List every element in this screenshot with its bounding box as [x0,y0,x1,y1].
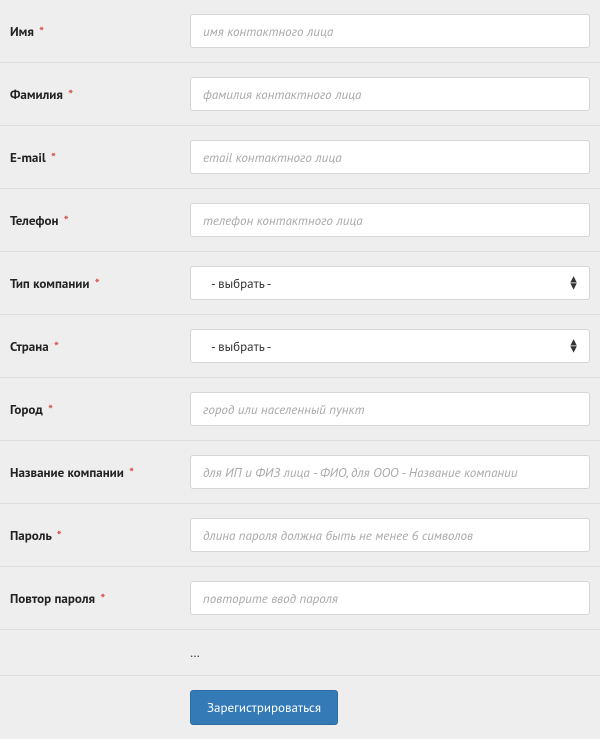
first-name-input[interactable] [190,14,590,48]
label-city: Город * [10,401,190,418]
company-type-select[interactable]: - выбрать - [190,266,590,300]
password-input[interactable] [190,518,590,552]
captcha-placeholder: … [190,644,200,661]
label-company-type: Тип компании * [10,275,190,292]
label-last-name: Фамилия * [10,86,190,103]
row-submit: Зарегистрироваться [0,676,600,739]
label-password-confirm: Повтор пароля * [10,590,190,607]
row-password-confirm: Повтор пароля * [0,567,600,630]
row-last-name: Фамилия * [0,63,600,126]
country-select[interactable]: - выбрать - [190,329,590,363]
label-country: Страна * [10,338,190,355]
row-phone: Телефон * [0,189,600,252]
row-first-name: Имя * [0,0,600,63]
last-name-input[interactable] [190,77,590,111]
row-country: Страна * - выбрать - ▲▼ [0,315,600,378]
label-password: Пароль * [10,527,190,544]
row-company-type: Тип компании * - выбрать - ▲▼ [0,252,600,315]
company-name-input[interactable] [190,455,590,489]
label-company-name: Название компании * [10,464,190,481]
phone-input[interactable] [190,203,590,237]
row-company-name: Название компании * [0,441,600,504]
row-password: Пароль * [0,504,600,567]
label-phone: Телефон * [10,212,190,229]
row-captcha: … [0,630,600,676]
password-confirm-input[interactable] [190,581,590,615]
city-input[interactable] [190,392,590,426]
row-email: E-mail * [0,126,600,189]
row-city: Город * [0,378,600,441]
register-button[interactable]: Зарегистрироваться [190,690,338,725]
label-first-name: Имя * [10,23,190,40]
registration-form: Имя * Фамилия * E-mail * Телефон * Тип к… [0,0,600,739]
email-input[interactable] [190,140,590,174]
label-email: E-mail * [10,149,190,166]
